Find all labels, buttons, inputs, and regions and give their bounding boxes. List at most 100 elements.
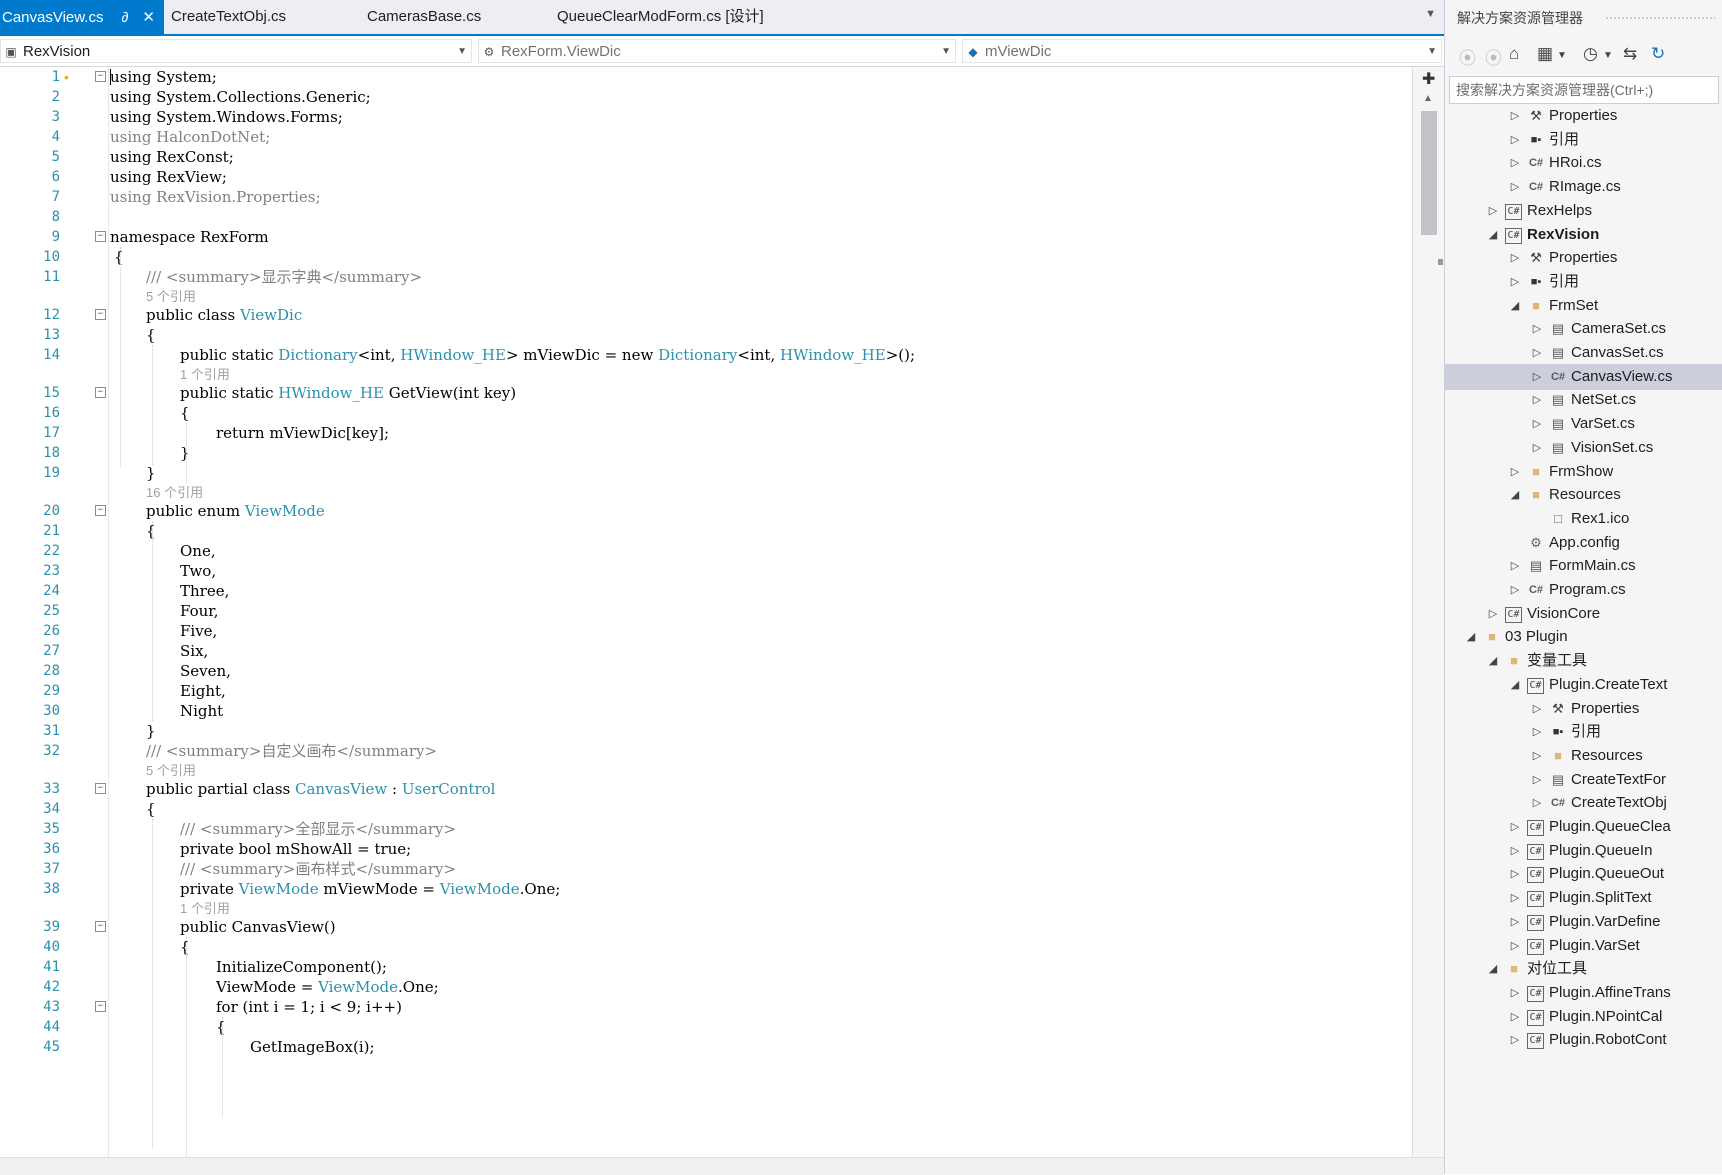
code-line[interactable]: 19} — [0, 463, 1412, 483]
expand-arrow-icon[interactable]: ▷ — [1509, 174, 1521, 200]
collapse-icon[interactable]: − — [95, 309, 106, 320]
code-text[interactable]: public class ViewDic — [146, 305, 302, 325]
code-text[interactable]: /// <summary>自定义画布</summary> — [146, 741, 437, 761]
code-line[interactable]: 26 Five, — [0, 621, 1412, 641]
code-text[interactable]: ViewMode = ViewMode.One; — [216, 977, 439, 997]
collapse-icon[interactable]: − — [95, 387, 106, 398]
type-dropdown[interactable]: ⚙ RexForm.ViewDic ▼ — [478, 39, 956, 63]
code-line[interactable]: 5 using RexConst; — [0, 147, 1412, 167]
tree-node[interactable]: ▷ C# Plugin.VarSet — [1445, 933, 1722, 959]
expand-arrow-icon[interactable]: ▷ — [1487, 601, 1499, 627]
code-text[interactable]: using RexVision.Properties; — [110, 187, 321, 207]
expand-arrow-icon[interactable]: ▷ — [1509, 103, 1521, 129]
code-text[interactable]: } — [180, 443, 190, 463]
tab-queueclearmodform[interactable]: QueueClearModForm.cs [设计] — [557, 0, 764, 34]
code-line[interactable]: 36 private bool mShowAll = true; — [0, 839, 1412, 859]
tree-node[interactable]: ▷ C# RImage.cs — [1445, 174, 1722, 200]
tree-node[interactable]: ▷ ▤ VisionSet.cs — [1445, 435, 1722, 461]
home-icon[interactable]: ⌂ — [1509, 44, 1519, 64]
code-line[interactable]: 42 ViewMode = ViewMode.One; — [0, 977, 1412, 997]
tree-node[interactable]: ▷ ■ FrmShow — [1445, 459, 1722, 485]
code-text[interactable]: using System.Windows.Forms; — [110, 107, 343, 127]
sync-icon[interactable]: ⇆ — [1623, 44, 1637, 64]
collapse-icon[interactable]: − — [95, 783, 106, 794]
expand-arrow-icon[interactable]: ▷ — [1531, 435, 1543, 461]
collapse-arrow-icon[interactable]: ◢ — [1487, 956, 1499, 982]
tree-node[interactable]: ▷ C# RexHelps — [1445, 198, 1722, 224]
code-line[interactable]: 11 /// <summary>显示字典</summary> — [0, 267, 1412, 287]
code-text[interactable]: Three, — [180, 581, 229, 601]
codelens-reference-row[interactable]: 1 个引用 — [0, 364, 1412, 384]
collapse-arrow-icon[interactable]: ◢ — [1465, 624, 1477, 650]
tree-node[interactable]: ◢ C# Plugin.CreateText — [1445, 672, 1722, 698]
forward-icon[interactable]: ⦿ — [1485, 44, 1502, 69]
tree-node[interactable]: ⚙ App.config — [1445, 530, 1722, 556]
code-line[interactable]: 17 return mViewDic[key]; — [0, 423, 1412, 443]
expand-arrow-icon[interactable]: ▷ — [1509, 269, 1521, 295]
tree-node[interactable]: ▷ C# Plugin.AffineTrans — [1445, 980, 1722, 1006]
code-line[interactable]: 44 { — [0, 1017, 1412, 1037]
tree-node[interactable]: ▷ ▤ CanvasSet.cs — [1445, 340, 1722, 366]
expand-arrow-icon[interactable]: ▷ — [1509, 980, 1521, 1006]
codelens-reference-row[interactable]: 5 个引用 — [0, 286, 1412, 306]
expand-arrow-icon[interactable]: ▷ — [1509, 1004, 1521, 1030]
expand-arrow-icon[interactable]: ▷ — [1509, 861, 1521, 887]
code-line[interactable]: 8 — [0, 207, 1412, 227]
collapse-arrow-icon[interactable]: ◢ — [1509, 482, 1521, 508]
code-text[interactable]: Night — [180, 701, 223, 721]
expand-arrow-icon[interactable]: ▷ — [1509, 933, 1521, 959]
panel-grip[interactable] — [1605, 16, 1715, 20]
code-text[interactable]: public enum ViewMode — [146, 501, 325, 521]
expand-arrow-icon[interactable]: ▷ — [1509, 459, 1521, 485]
code-line[interactable]: 29 Eight, — [0, 681, 1412, 701]
code-text[interactable]: { — [146, 521, 156, 541]
tree-node[interactable]: ▷ ▤ CreateTextFor — [1445, 767, 1722, 793]
code-text[interactable]: One, — [180, 541, 216, 561]
expand-arrow-icon[interactable]: ▷ — [1509, 814, 1521, 840]
code-text[interactable]: using HalconDotNet; — [110, 127, 270, 147]
code-line[interactable]: 14 public static Dictionary<int, HWindow_… — [0, 345, 1412, 365]
expand-arrow-icon[interactable]: ▷ — [1531, 743, 1543, 769]
tree-node[interactable]: ▷ ▤ FormMain.cs — [1445, 553, 1722, 579]
code-text[interactable]: Six, — [180, 641, 208, 661]
code-text[interactable]: using System; — [110, 67, 217, 87]
split-window-icon[interactable]: ✚ — [1422, 69, 1435, 89]
code-line[interactable]: 2 using System.Collections.Generic; — [0, 87, 1412, 107]
code-line[interactable]: 45 GetImageBox(i); — [0, 1037, 1412, 1057]
expand-arrow-icon[interactable]: ▷ — [1509, 245, 1521, 271]
code-text[interactable]: public partial class CanvasView : UserCo… — [146, 779, 495, 799]
tab-overflow-dropdown-icon[interactable]: ▼ — [1425, 8, 1436, 20]
expand-arrow-icon[interactable]: ▷ — [1509, 127, 1521, 153]
code-text[interactable]: { — [146, 799, 156, 819]
code-text[interactable]: private ViewMode mViewMode = ViewMode.On… — [180, 879, 560, 899]
code-text[interactable]: namespace RexForm — [110, 227, 269, 247]
tree-node[interactable]: ▷ ■▪ 引用 — [1445, 719, 1722, 745]
tree-node[interactable]: ▷ C# Program.cs — [1445, 577, 1722, 603]
scroll-up-icon[interactable]: ▲ — [1423, 93, 1433, 104]
tree-node[interactable]: ▷ C# Plugin.NPointCal — [1445, 1004, 1722, 1030]
code-text[interactable]: GetImageBox(i); — [250, 1037, 375, 1057]
code-line[interactable]: 16 { — [0, 403, 1412, 423]
expand-arrow-icon[interactable]: ▷ — [1531, 340, 1543, 366]
collapse-icon[interactable]: − — [95, 505, 106, 516]
tree-node[interactable]: ▷ ■▪ 引用 — [1445, 127, 1722, 153]
code-text[interactable]: { — [216, 1017, 226, 1037]
expand-arrow-icon[interactable]: ▷ — [1509, 838, 1521, 864]
tree-node[interactable]: ▷ C# VisionCore — [1445, 601, 1722, 627]
code-line[interactable]: 41 InitializeComponent(); — [0, 957, 1412, 977]
code-text[interactable]: private bool mShowAll = true; — [180, 839, 411, 859]
code-line[interactable]: 27 Six, — [0, 641, 1412, 661]
collapse-arrow-icon[interactable]: ◢ — [1509, 672, 1521, 698]
code-line[interactable]: 43 − for (int i = 1; i < 9; i++) — [0, 997, 1412, 1017]
code-text[interactable]: using RexView; — [110, 167, 227, 187]
expand-arrow-icon[interactable]: ▷ — [1509, 1027, 1521, 1053]
codelens-reference-row[interactable]: 5 个引用 — [0, 760, 1412, 780]
tree-node[interactable]: ◢ ■ 变量工具 — [1445, 648, 1722, 674]
scrollbar-thumb[interactable] — [1421, 111, 1437, 235]
code-text[interactable]: using System.Collections.Generic; — [110, 87, 371, 107]
code-text[interactable]: /// <summary>全部显示</summary> — [180, 819, 456, 839]
code-line[interactable]: 15 − public static HWindow_HE GetView(int … — [0, 383, 1412, 403]
code-line[interactable]: 21 { — [0, 521, 1412, 541]
tab-canvasview[interactable]: CanvasView.cs ∂ ✕ — [0, 0, 164, 34]
chevron-down-icon[interactable]: ▼ — [1557, 50, 1567, 61]
